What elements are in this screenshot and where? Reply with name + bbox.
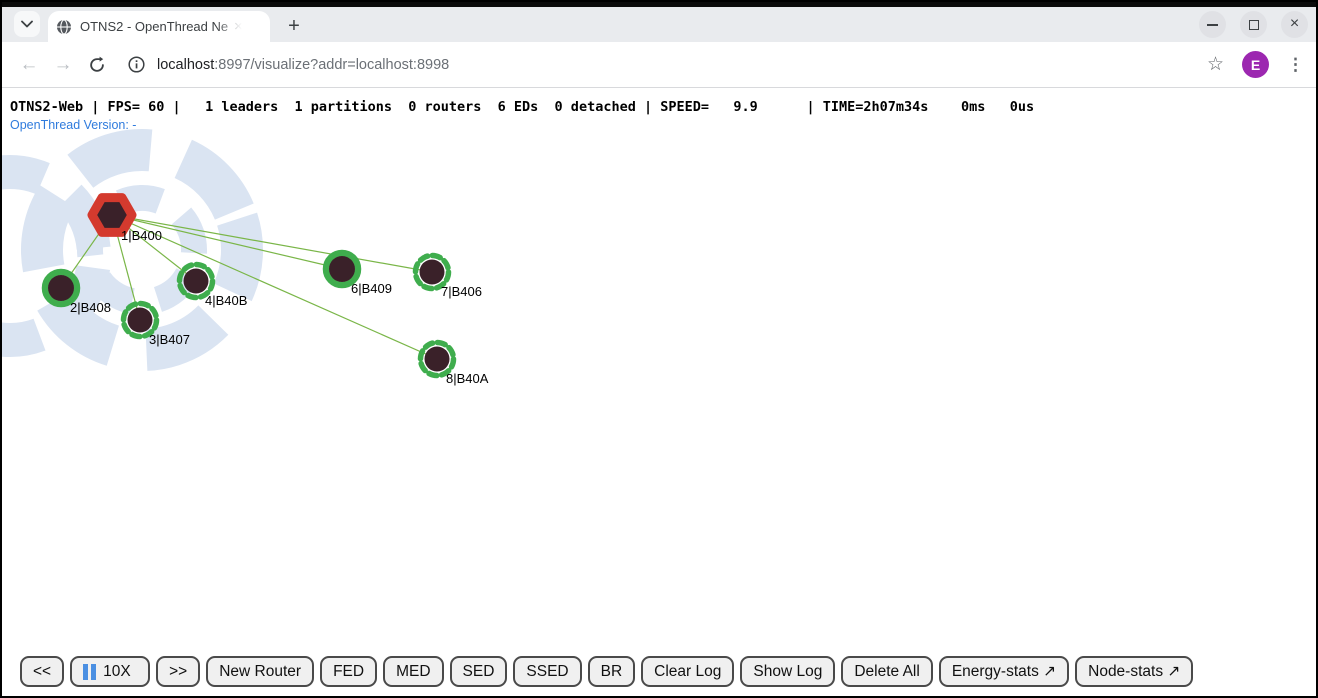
browser-tab[interactable]: OTNS2 - OpenThread Ne × [48,11,270,42]
tab-search-button[interactable] [14,11,40,37]
new-tab-button[interactable]: + [282,14,306,38]
openthread-version-link[interactable]: OpenThread Version: - [10,118,136,132]
minimize-button[interactable] [1199,11,1226,38]
maximize-button[interactable] [1240,11,1267,38]
browser-menu-icon[interactable]: ⋮ [1287,55,1304,75]
maximize-icon [1249,20,1259,30]
reload-icon [88,56,106,74]
simulation-toolbar: << 10X >> New Router FED MED SED SSED BR… [20,656,1193,687]
close-window-button[interactable]: × [1281,11,1308,38]
new-router-button[interactable]: New Router [206,656,314,687]
show-log-button[interactable]: Show Log [740,656,835,687]
back-button[interactable]: ← [12,54,46,76]
pause-icon [83,664,96,680]
forward-button[interactable]: → [46,54,80,76]
new-sed-button[interactable]: SED [450,656,508,687]
minimize-icon [1207,24,1218,26]
radio-link [112,215,432,272]
node-label: 3|B407 [149,332,190,347]
speed-up-button[interactable]: >> [156,656,200,687]
partition-ring [16,124,268,376]
profile-avatar[interactable]: E [1242,51,1269,78]
chevron-down-icon [21,15,33,33]
browser-window: OTNS2 - OpenThread Ne × + × ← → [0,0,1318,698]
node-stats-button[interactable]: Node-stats ↗ [1075,656,1193,687]
network-visualization: 1|B400 2|B408 3|B407 4|B40B 6|B409 7|B406 8|B4… [2,88,1316,696]
pause-speed-button[interactable]: 10X [70,656,150,687]
simulation-status-line: OTNS2-Web | FPS= 60 | 1 leaders 1 partit… [10,99,1034,115]
ed-node[interactable] [420,260,445,285]
window-controls: × [1199,11,1308,38]
tab-title: OTNS2 - OpenThread Ne [80,19,232,34]
site-info-icon[interactable] [128,56,145,73]
node-label: 6|B409 [351,281,392,296]
browser-toolbar: ← → localhost:8997/visualize?addr=localh… [2,42,1316,88]
node-label: 7|B406 [441,284,482,299]
ed-node[interactable] [128,308,153,333]
clear-log-button[interactable]: Clear Log [641,656,734,687]
node-label: 2|B408 [70,300,111,315]
ed-node[interactable] [329,256,355,282]
ed-node[interactable] [48,275,74,301]
globe-favicon-icon [56,19,72,35]
tab-strip: OTNS2 - OpenThread Ne × + × [2,7,1316,42]
bookmark-star-icon[interactable]: ☆ [1207,53,1224,76]
url-host: localhost [157,57,214,73]
speed-down-button[interactable]: << [20,656,64,687]
energy-stats-button[interactable]: Energy-stats ↗ [939,656,1069,687]
ed-node[interactable] [184,269,209,294]
delete-all-button[interactable]: Delete All [841,656,932,687]
otns-canvas-area: 1|B400 2|B408 3|B407 4|B40B 6|B409 7|B406 8|B4… [2,88,1316,696]
new-fed-button[interactable]: FED [320,656,377,687]
new-med-button[interactable]: MED [383,656,443,687]
tab-title-fade [216,17,242,37]
ed-node[interactable] [425,347,450,372]
node-label: 4|B40B [205,293,247,308]
speed-label: 10X [103,663,131,681]
new-ssed-button[interactable]: SSED [513,656,581,687]
new-br-button[interactable]: BR [588,656,636,687]
node-label: 1|B400 [121,228,162,243]
reload-button[interactable] [80,56,114,74]
url-field[interactable]: localhost:8997/visualize?addr=localhost:… [128,56,1207,73]
close-icon: × [1290,16,1299,32]
url-path: :8997/visualize?addr=localhost:8998 [214,57,449,73]
node-label: 8|B40A [446,371,489,386]
